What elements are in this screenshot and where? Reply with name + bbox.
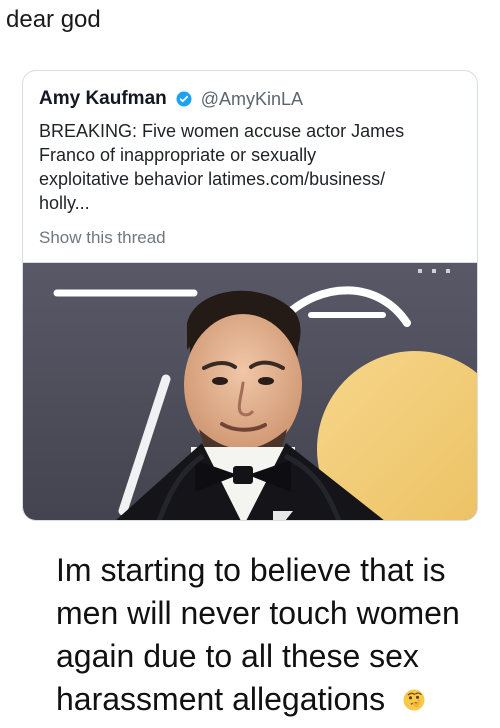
post-caption: dear god bbox=[6, 6, 101, 33]
thinking-face-icon bbox=[400, 686, 428, 714]
tweet-text-line: BREAKING: Five women accuse actor James bbox=[39, 121, 405, 141]
tweet-card[interactable]: Amy Kaufman @AmyKinLA BREAKING: Five wom… bbox=[22, 70, 478, 521]
tweet-photo[interactable] bbox=[23, 262, 477, 520]
photo-illustration bbox=[23, 263, 477, 520]
author-handle[interactable]: @AmyKinLA bbox=[201, 89, 303, 110]
verified-checkmark-icon bbox=[175, 90, 193, 108]
tweet-header: Amy Kaufman @AmyKinLA bbox=[39, 87, 303, 111]
tweet-text: BREAKING: Five women accuse actor James … bbox=[39, 119, 464, 215]
tweet-text-line: exploitative behavior latimes.com/busine… bbox=[39, 169, 386, 189]
tweet-text-line: holly... bbox=[39, 193, 90, 213]
show-thread-link[interactable]: Show this thread bbox=[39, 227, 166, 249]
author-name[interactable]: Amy Kaufman bbox=[39, 88, 167, 110]
tweet-text-line: Franco of inappropriate or sexually bbox=[39, 145, 317, 165]
bottom-caption: Im starting to believe that is men will … bbox=[56, 549, 486, 721]
